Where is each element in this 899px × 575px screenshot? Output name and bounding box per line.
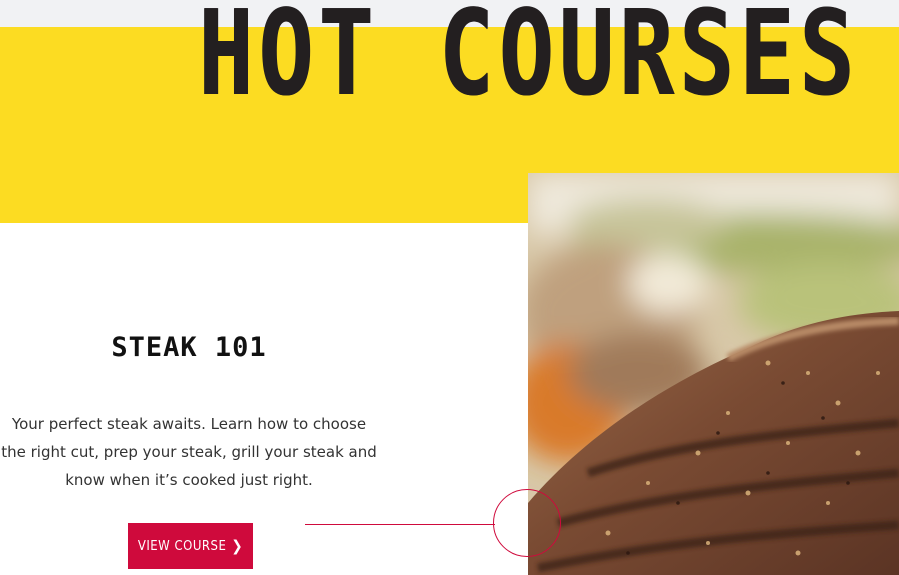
connector-line <box>305 524 495 525</box>
course-description: Your perfect steak awaits. Learn how to … <box>1 415 377 489</box>
page: HOT COURSES STEAK 101 Your perfect steak… <box>0 0 899 575</box>
hero-title: HOT COURSES <box>198 0 860 122</box>
connector-circle <box>493 489 561 557</box>
view-course-button[interactable]: VIEW COURSE ❯ <box>128 523 253 569</box>
course-image-steak <box>528 173 899 575</box>
course-title: STEAK 101 <box>111 332 267 363</box>
chevron-right-icon: ❯ <box>231 537 244 555</box>
view-course-label: VIEW COURSE <box>137 538 227 554</box>
